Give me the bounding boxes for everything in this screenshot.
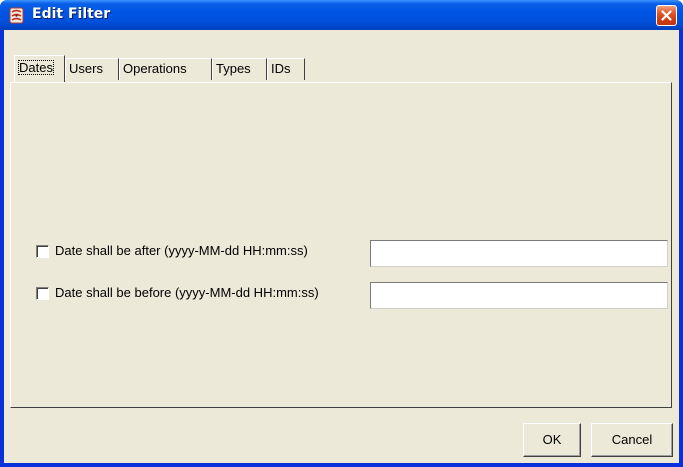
tab-types[interactable]: Types	[212, 58, 267, 80]
date-after-row: Date shall be after (yyyy-MM-dd HH:mm:ss…	[11, 240, 671, 267]
dialog-client-area: Dates Users Operations Types IDs Date sh…	[4, 30, 679, 463]
tab-dates-label: Dates	[18, 60, 54, 75]
tab-users[interactable]: Users	[65, 58, 119, 80]
tab-types-label: Types	[216, 61, 251, 76]
close-button[interactable]	[656, 5, 677, 26]
ok-button[interactable]: OK	[523, 423, 581, 457]
close-icon	[661, 10, 672, 21]
date-before-label: Date shall be before (yyyy-MM-dd HH:mm:s…	[55, 285, 319, 300]
dates-tab-panel: Date shall be after (yyyy-MM-dd HH:mm:ss…	[10, 82, 672, 408]
date-before-row: Date shall be before (yyyy-MM-dd HH:mm:s…	[11, 282, 671, 309]
cancel-button[interactable]: Cancel	[591, 423, 673, 457]
window-title: Edit Filter	[32, 6, 111, 22]
date-after-checkbox[interactable]	[36, 245, 49, 258]
title-bar[interactable]: Edit Filter	[0, 0, 683, 30]
date-after-label: Date shall be after (yyyy-MM-dd HH:mm:ss…	[55, 243, 308, 258]
date-before-checkbox[interactable]	[36, 287, 49, 300]
date-before-input[interactable]	[370, 282, 668, 309]
tab-operations[interactable]: Operations	[119, 58, 212, 80]
tab-users-label: Users	[69, 61, 103, 76]
tab-ids[interactable]: IDs	[267, 58, 305, 80]
tab-operations-label: Operations	[123, 61, 187, 76]
app-icon	[8, 7, 25, 24]
tab-ids-label: IDs	[271, 61, 291, 76]
date-after-input[interactable]	[370, 240, 668, 267]
edit-filter-window: Edit Filter Dates Users Operations Types…	[0, 0, 683, 467]
tab-dates[interactable]: Dates	[14, 55, 65, 82]
